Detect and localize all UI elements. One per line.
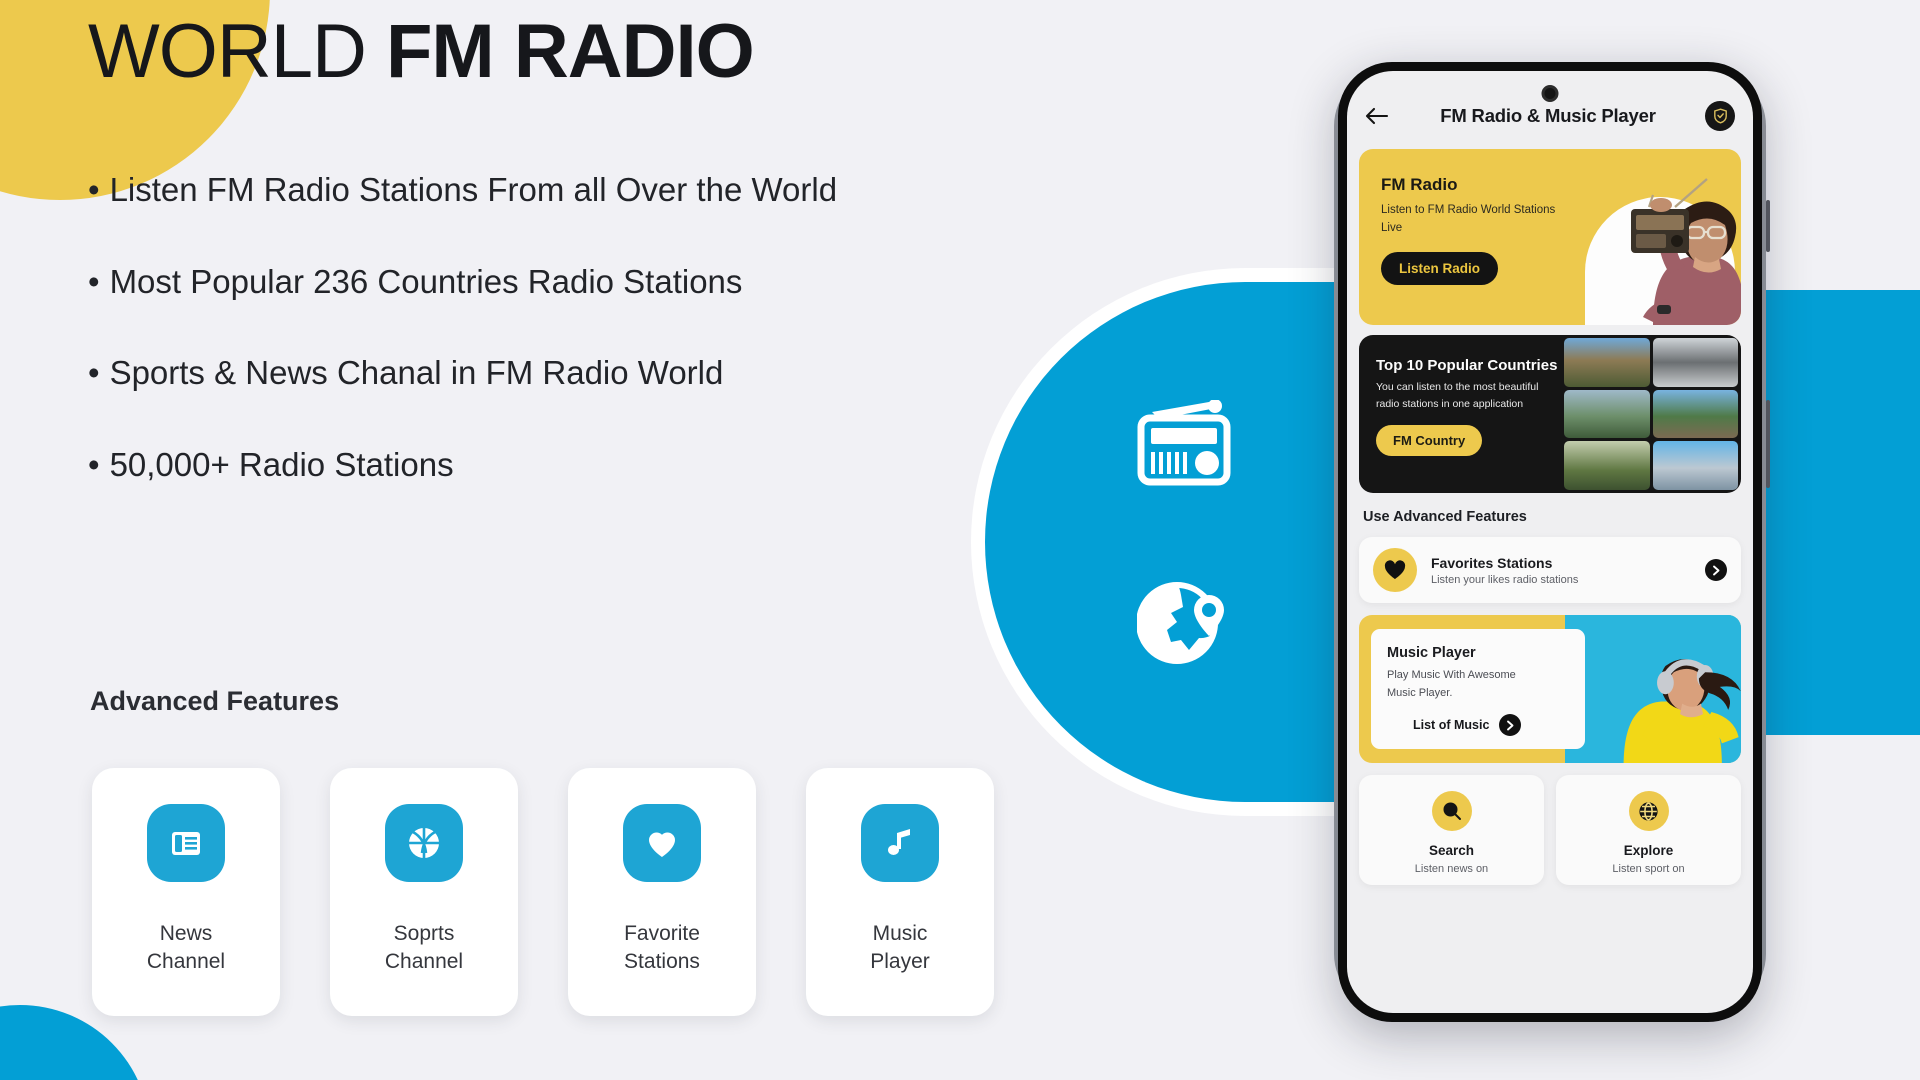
country-thumbnail <box>1652 441 1738 490</box>
bullet-text: Sports & News Chanal in FM Radio World <box>109 354 724 392</box>
music-player-text-panel: Music Player Play Music With Awesome Mus… <box>1371 629 1585 749</box>
bottom-tab-explore[interactable]: Explore Listen sport on <box>1556 775 1741 885</box>
page-title-bold: FM RADIO <box>386 9 755 94</box>
country-thumbnail <box>1564 389 1650 439</box>
music-player-subtitle: Play Music With Awesome Music Player. <box>1387 669 1516 699</box>
list-item: • 50,000+ Radio Stations <box>88 445 988 485</box>
list-item: • Sports & News Chanal in FM Radio World <box>88 353 988 393</box>
feature-label-line2: Stations <box>624 950 700 974</box>
feature-card-favorite-stations[interactable]: Favorite Stations <box>568 768 756 1016</box>
list-item: • Listen FM Radio Stations From all Over … <box>88 170 988 210</box>
fm-radio-photo <box>1557 149 1741 325</box>
fm-radio-card[interactable]: FM Radio Listen to FM Radio World Statio… <box>1359 149 1741 325</box>
bottom-tab-label: Search <box>1428 843 1475 858</box>
fm-radio-subtitle: Listen to FM Radio World Stations Live <box>1381 204 1556 234</box>
chevron-right-icon[interactable] <box>1705 559 1727 581</box>
app-header: FM Radio & Music Player <box>1347 71 1753 143</box>
app-body: FM Radio Listen to FM Radio World Statio… <box>1347 149 1753 885</box>
feature-card-list: News Channel Soprts Channel Favorite Sta… <box>92 768 994 1016</box>
search-icon <box>1431 791 1472 831</box>
phone-power-button[interactable] <box>1766 400 1770 488</box>
feature-card-sports-channel[interactable]: Soprts Channel <box>330 768 518 1016</box>
advanced-features-heading: Advanced Features <box>90 686 340 716</box>
page-title-light: WORLD <box>88 9 386 94</box>
phone-mockup: FM Radio & Music Player FM Radio Listen … <box>1338 62 1762 1022</box>
bottom-tab-search[interactable]: Search Listen news on <box>1359 775 1544 885</box>
feature-label-line1: Music <box>872 922 928 945</box>
feature-card-music-player[interactable]: Music Player <box>806 768 994 1016</box>
feature-card-label: Music Player <box>870 920 930 977</box>
favorites-subtitle: Listen your likes radio stations <box>1431 573 1579 586</box>
fm-country-button[interactable]: FM Country <box>1376 424 1483 456</box>
phone-screen: FM Radio & Music Player FM Radio Listen … <box>1347 71 1753 1013</box>
list-item: • Most Popular 236 Countries Radio Statio… <box>88 262 988 302</box>
bullet-dot: • <box>88 445 100 483</box>
feature-label-line1: Favorite <box>624 922 700 945</box>
bottom-tab-subtitle: Listen news on <box>1414 863 1489 875</box>
favorites-title: Favorites Stations <box>1431 554 1553 571</box>
country-thumbnail <box>1564 441 1650 490</box>
favorites-text-group: Favorites Stations Listen your likes rad… <box>1417 555 1705 586</box>
heart-icon <box>1373 548 1417 592</box>
country-thumbnail <box>1652 389 1738 439</box>
left-panel: WORLD FM RADIO • Listen FM Radio Stations… <box>0 0 1000 1080</box>
app-title: FM Radio & Music Player <box>1440 105 1656 126</box>
feature-label-line2: Channel <box>384 950 464 974</box>
basketball-icon <box>385 804 463 882</box>
feature-card-news-channel[interactable]: News Channel <box>92 768 280 1016</box>
chevron-right-icon[interactable] <box>1499 714 1522 737</box>
top-countries-subtitle: You can listen to the most beautiful rad… <box>1376 381 1539 410</box>
list-of-music-label: List of Music <box>1413 718 1490 733</box>
list-of-music-row[interactable]: List of Music <box>1387 714 1585 737</box>
top-countries-card[interactable]: Top 10 Popular Countries You can listen … <box>1359 335 1741 493</box>
section-heading-advanced-features: Use Advanced Features <box>1363 509 1527 525</box>
heart-icon <box>623 804 701 882</box>
favorites-stations-row[interactable]: Favorites Stations Listen your likes rad… <box>1359 537 1741 603</box>
bullet-dot: • <box>88 262 100 300</box>
top-countries-title: Top 10 Popular Countries <box>1376 357 1558 374</box>
news-icon <box>147 804 225 882</box>
blob-icon-group <box>1135 399 1233 674</box>
feature-card-label: Soprts Channel <box>385 920 463 977</box>
feature-label-line1: Soprts <box>393 922 455 945</box>
back-arrow-icon[interactable] <box>1365 107 1391 125</box>
feature-bullet-list: • Listen FM Radio Stations From all Over … <box>88 170 988 536</box>
feature-card-label: Favorite Stations <box>624 920 700 977</box>
phone-camera-notch <box>1541 85 1559 102</box>
shield-check-icon[interactable] <box>1705 101 1735 131</box>
bullet-text: Most Popular 236 Countries Radio Station… <box>109 262 743 300</box>
feature-label-line2: Player <box>870 950 930 974</box>
music-player-title: Music Player <box>1387 645 1476 661</box>
bottom-tab-subtitle: Listen sport on <box>1612 863 1685 875</box>
radio-icon <box>1135 399 1233 491</box>
bottom-tab-label: Explore <box>1623 843 1674 858</box>
feature-label-line2: Channel <box>146 950 226 974</box>
bullet-dot: • <box>88 354 100 392</box>
bullet-text: 50,000+ Radio Stations <box>109 445 454 483</box>
page-title: WORLD FM RADIO <box>88 14 755 90</box>
bullet-dot: • <box>88 171 100 208</box>
globe-pin-icon <box>1136 579 1231 674</box>
listen-radio-button[interactable]: Listen Radio <box>1381 251 1499 285</box>
phone-volume-button[interactable] <box>1766 200 1770 252</box>
feature-label-line1: News <box>159 922 213 945</box>
music-player-photo <box>1565 615 1741 763</box>
music-note-icon <box>861 804 939 882</box>
bottom-tab-row: Search Listen news on Explore Listen spo… <box>1359 775 1741 885</box>
bullet-text: Listen FM Radio Stations From all Over t… <box>109 171 838 208</box>
globe-icon <box>1628 791 1669 831</box>
feature-card-label: News Channel <box>147 920 225 977</box>
music-player-card[interactable]: Music Player Play Music With Awesome Mus… <box>1359 615 1741 763</box>
